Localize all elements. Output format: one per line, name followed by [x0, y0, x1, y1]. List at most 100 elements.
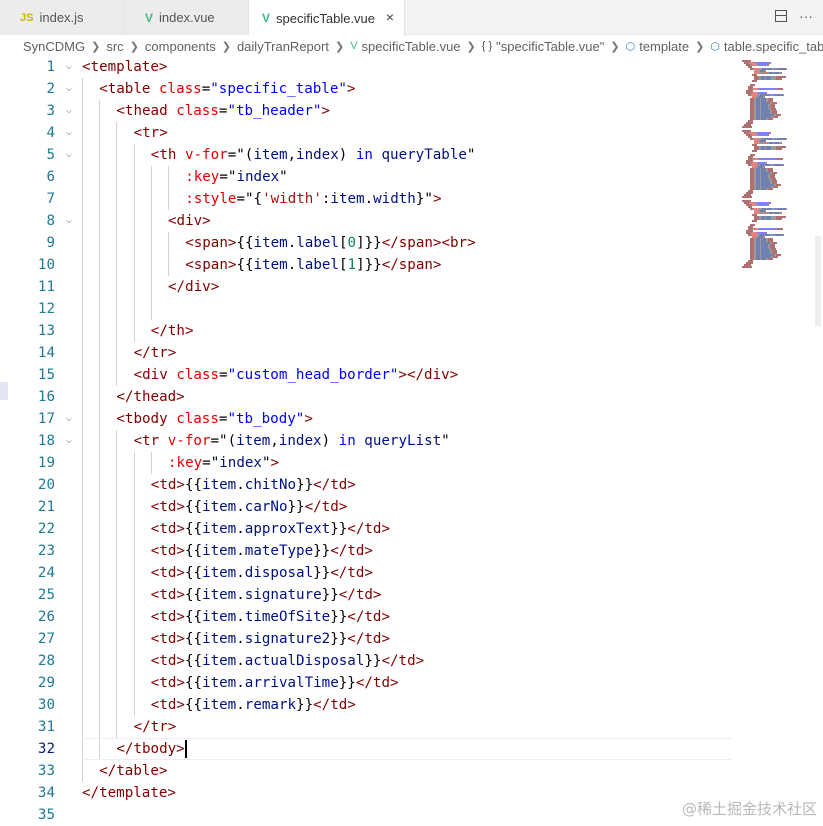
code-line[interactable]: 6:key="index": [0, 166, 740, 188]
code-text[interactable]: </tbody>: [116, 738, 184, 760]
code-line[interactable]: 5 ⌵ <th v-for="(item,index) in queryTable": [0, 144, 740, 166]
code-line[interactable]: 2 ⌵ <table class="specific_table">: [0, 78, 740, 100]
code-line[interactable]: 34 </template>: [0, 782, 740, 804]
code-text[interactable]: </template>: [82, 782, 176, 804]
breadcrumb-item[interactable]: template: [639, 39, 689, 54]
code-text[interactable]: <tr>: [134, 122, 168, 144]
code-token: <td>: [150, 631, 185, 647]
code-line[interactable]: 25 <td>{{item.signature}}</td>: [0, 584, 740, 606]
breadcrumb-item[interactable]: specificTable.vue: [362, 39, 461, 54]
indent-guide: [82, 694, 83, 716]
code-line[interactable]: 30 <td>{{item.remark}}</td>: [0, 694, 740, 716]
code-line[interactable]: 20 <td>{{item.chitNo}}</td>: [0, 474, 740, 496]
code-text[interactable]: </div>: [168, 276, 219, 298]
breadcrumb-item[interactable]: table.specific_table: [724, 39, 823, 54]
code-line[interactable]: 28 <td>{{item.actualDisposal}}</td>: [0, 650, 740, 672]
code-text[interactable]: <thead class="tb_header">: [116, 100, 330, 122]
code-text[interactable]: <td>{{item.timeOfSite}}</td>: [151, 606, 390, 628]
code-text[interactable]: </thead>: [116, 386, 184, 408]
code-text[interactable]: <td>{{item.arrivalTime}}</td>: [151, 672, 399, 694]
close-icon[interactable]: ×: [386, 9, 394, 25]
code-text[interactable]: <td>{{item.signature2}}</td>: [151, 628, 390, 650]
indent-guide: [82, 232, 83, 254]
code-line[interactable]: 1 ⌵ <template>: [0, 56, 740, 78]
code-text[interactable]: :style="{'width':item.width}">: [185, 188, 441, 210]
code-text[interactable]: <span>{{item.label[1]}}</span>: [185, 254, 441, 276]
code-token: {{: [184, 653, 203, 669]
vue-file-icon: V: [145, 10, 154, 25]
code-text[interactable]: </tr>: [134, 716, 177, 738]
code-line[interactable]: 21 <td>{{item.carNo}}</td>: [0, 496, 740, 518]
code-line[interactable]: 10 <span>{{item.label[1]}}</span>: [0, 254, 740, 276]
code-line[interactable]: 27 <td>{{item.signature2}}</td>: [0, 628, 740, 650]
code-text[interactable]: </table>: [99, 760, 167, 782]
code-text[interactable]: <td>{{item.carNo}}</td>: [151, 496, 348, 518]
code-text[interactable]: <td>{{item.actualDisposal}}</td>: [151, 650, 424, 672]
split-editor-icon[interactable]: [775, 10, 787, 22]
fold-chevron-icon[interactable]: ⌵: [63, 122, 75, 144]
tab-specifictable-vue[interactable]: V specificTable.vue ×: [249, 0, 405, 36]
code-line[interactable]: 15 <div class="custom_head_border"></div>: [0, 364, 740, 386]
code-text[interactable]: </tr>: [134, 342, 177, 364]
code-line[interactable]: 13 </th>: [0, 320, 740, 342]
code-text[interactable]: :key="index">: [168, 452, 279, 474]
more-actions-icon[interactable]: ···: [799, 8, 813, 24]
code-editor[interactable]: 1 ⌵ <template> 2 ⌵ <table class="specific_tab…: [0, 56, 823, 823]
code-line[interactable]: 32 </tbody>: [0, 738, 740, 760]
code-text[interactable]: <table class="specific_table">: [99, 78, 355, 100]
code-text[interactable]: <td>{{item.mateType}}</td>: [151, 540, 373, 562]
fold-chevron-icon[interactable]: ⌵: [63, 100, 75, 122]
fold-chevron-icon[interactable]: ⌵: [63, 56, 75, 78]
tab-index-js[interactable]: JS index.js: [0, 0, 125, 35]
breadcrumb-item[interactable]: components: [145, 39, 216, 54]
fold-chevron-icon[interactable]: ⌵: [63, 144, 75, 166]
code-text[interactable]: <th v-for="(item,index) in queryTable": [151, 144, 476, 166]
line-number: 9: [46, 235, 55, 251]
code-line[interactable]: 29 <td>{{item.arrivalTime}}</td>: [0, 672, 740, 694]
code-line[interactable]: 14 </tr>: [0, 342, 740, 364]
code-line[interactable]: 31 </tr>: [0, 716, 740, 738]
code-line[interactable]: 3 ⌵ <thead class="tb_header">: [0, 100, 740, 122]
code-line[interactable]: 33 </table>: [0, 760, 740, 782]
code-line[interactable]: 19:key="index">: [0, 452, 740, 474]
code-line[interactable]: 26 <td>{{item.timeOfSite}}</td>: [0, 606, 740, 628]
code-text[interactable]: <tbody class="tb_body">: [116, 408, 312, 430]
code-text[interactable]: <td>{{item.approxText}}</td>: [151, 518, 390, 540]
code-text[interactable]: :key="index": [185, 166, 288, 188]
code-line[interactable]: 18 ⌵ <tr v-for="(item,index) in queryList": [0, 430, 740, 452]
code-text[interactable]: <td>{{item.remark}}</td>: [151, 694, 356, 716]
code-line[interactable]: 11 </div>: [0, 276, 740, 298]
indent-guide: [133, 210, 135, 232]
breadcrumb-item[interactable]: SynCDMG: [23, 39, 85, 54]
code-line[interactable]: 16 </thead>: [0, 386, 740, 408]
vertical-scrollbar[interactable]: [815, 236, 821, 326]
code-text[interactable]: <td>{{item.signature}}</td>: [151, 584, 382, 606]
code-text[interactable]: <span>{{item.label[0]}}</span><br>: [185, 232, 475, 254]
code-text[interactable]: <div class="custom_head_border"></div>: [134, 364, 459, 386]
fold-chevron-icon[interactable]: ⌵: [63, 430, 75, 452]
code-line[interactable]: 23 <td>{{item.mateType}}</td>: [0, 540, 740, 562]
breadcrumb-item[interactable]: "specificTable.vue": [496, 39, 604, 54]
code-line[interactable]: 24 <td>{{item.disposal}}</td>: [0, 562, 740, 584]
breadcrumb-item[interactable]: src: [106, 39, 123, 54]
code-line[interactable]: 17 ⌵ <tbody class="tb_body">: [0, 408, 740, 430]
code-line[interactable]: 8 ⌵ <div>: [0, 210, 740, 232]
code-line[interactable]: 12: [0, 298, 740, 320]
breadcrumb-item[interactable]: dailyTranReport: [237, 39, 329, 54]
code-line[interactable]: 4 ⌵ <tr>: [0, 122, 740, 144]
code-line[interactable]: 22 <td>{{item.approxText}}</td>: [0, 518, 740, 540]
fold-chevron-icon[interactable]: ⌵: [63, 210, 75, 232]
code-line[interactable]: 9 <span>{{item.label[0]}}</span><br>: [0, 232, 740, 254]
fold-chevron-icon[interactable]: ⌵: [63, 408, 75, 430]
code-text[interactable]: <tr v-for="(item,index) in queryList": [134, 430, 450, 452]
code-text[interactable]: <template>: [82, 56, 167, 78]
indent-guide: [116, 672, 118, 694]
code-text[interactable]: <td>{{item.disposal}}</td>: [151, 562, 373, 584]
code-line[interactable]: 7:style="{'width':item.width}">: [0, 188, 740, 210]
fold-chevron-icon[interactable]: ⌵: [63, 78, 75, 100]
minimap[interactable]: [740, 56, 815, 268]
code-text[interactable]: <td>{{item.chitNo}}</td>: [151, 474, 356, 496]
tab-index-vue[interactable]: V index.vue: [125, 0, 249, 35]
code-text[interactable]: <div>: [168, 210, 211, 232]
code-text[interactable]: </th>: [151, 320, 194, 342]
